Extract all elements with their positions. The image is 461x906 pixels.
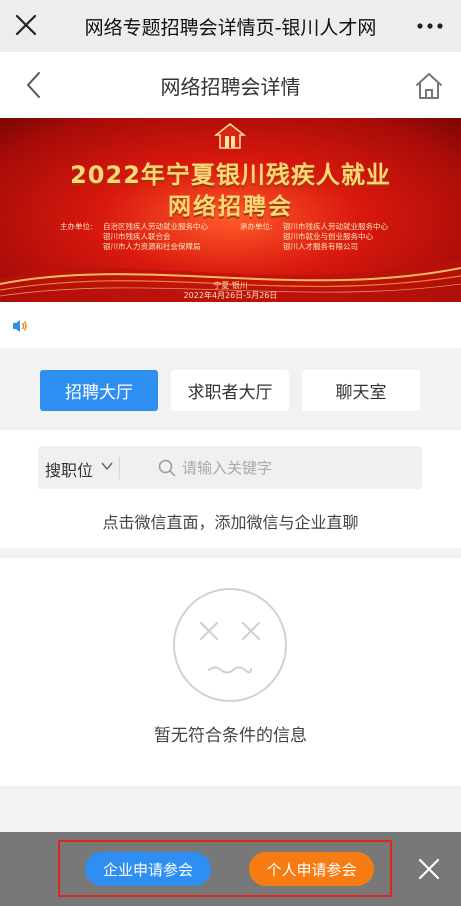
page-nav-bar: 网络招聘会详情	[0, 52, 461, 118]
search-divider	[119, 456, 120, 479]
sad-face-icon	[173, 588, 287, 702]
personal-apply-button[interactable]: 个人申请参会	[249, 852, 374, 886]
empty-message: 暂无符合条件的信息	[154, 726, 307, 746]
speaker-icon[interactable]	[12, 318, 28, 334]
organizer-2: 银川市残疾人联合会	[103, 232, 171, 241]
search-input[interactable]	[182, 456, 412, 480]
tab-recruitment-hall[interactable]: 招聘大厅	[40, 370, 158, 411]
banner-title-line1: 2022年宁夏银川残疾人就业	[70, 161, 391, 189]
close-icon[interactable]	[12, 11, 40, 39]
wechat-top-bar: 网络专题招聘会详情页-银川人才网	[0, 0, 461, 52]
search-icon	[158, 459, 176, 477]
organizer-label: 主办单位:	[60, 222, 93, 231]
co-organizer-3: 银川人才服务有限公司	[283, 242, 358, 251]
banner-dates: 2022年4月26日-5月26日	[183, 291, 278, 300]
more-icon[interactable]	[415, 14, 445, 38]
hall-tabs: 招聘大厅 求职者大厅 聊天室	[0, 348, 461, 430]
page-title: 网络招聘会详情	[160, 74, 301, 99]
search-panel: 搜职位 点击微信直面，添加微信与企业直聊	[0, 430, 461, 548]
banner-title-line2: 网络招聘会	[168, 194, 293, 220]
co-organizer-1: 银川市残疾人劳动就业服务中心	[283, 222, 388, 231]
audio-row	[0, 302, 461, 348]
tab-chat-room[interactable]: 聊天室	[302, 370, 420, 411]
organizer-3: 银川市人力资源和社会保障局	[103, 242, 201, 251]
event-banner: 2022年宁夏银川残疾人就业 网络招聘会 主办单位: 自治区残疾人劳动就业服务中…	[0, 118, 461, 302]
close-icon[interactable]	[417, 857, 441, 881]
tab-jobseeker-hall[interactable]: 求职者大厅	[171, 370, 289, 411]
search-type-select[interactable]: 搜职位	[45, 457, 93, 481]
home-icon[interactable]	[413, 70, 445, 102]
organizer-1: 自治区残疾人劳动就业服务中心	[103, 222, 208, 231]
bottom-action-bar: 企业申请参会 个人申请参会	[0, 832, 461, 906]
co-organizer-2: 银川市就业与创业服务中心	[283, 232, 373, 241]
chevron-down-icon[interactable]	[101, 461, 113, 471]
co-organizer-label: 承办单位:	[240, 222, 273, 231]
wechat-page-title: 网络专题招聘会详情页-银川人才网	[84, 16, 377, 39]
empty-state: 暂无符合条件的信息	[0, 558, 461, 786]
company-apply-button[interactable]: 企业申请参会	[85, 852, 211, 886]
search-bar: 搜职位	[38, 446, 422, 489]
chevron-left-icon[interactable]	[20, 69, 48, 101]
wechat-hint: 点击微信直面，添加微信与企业直聊	[102, 513, 359, 532]
emblem-logo	[214, 123, 246, 149]
